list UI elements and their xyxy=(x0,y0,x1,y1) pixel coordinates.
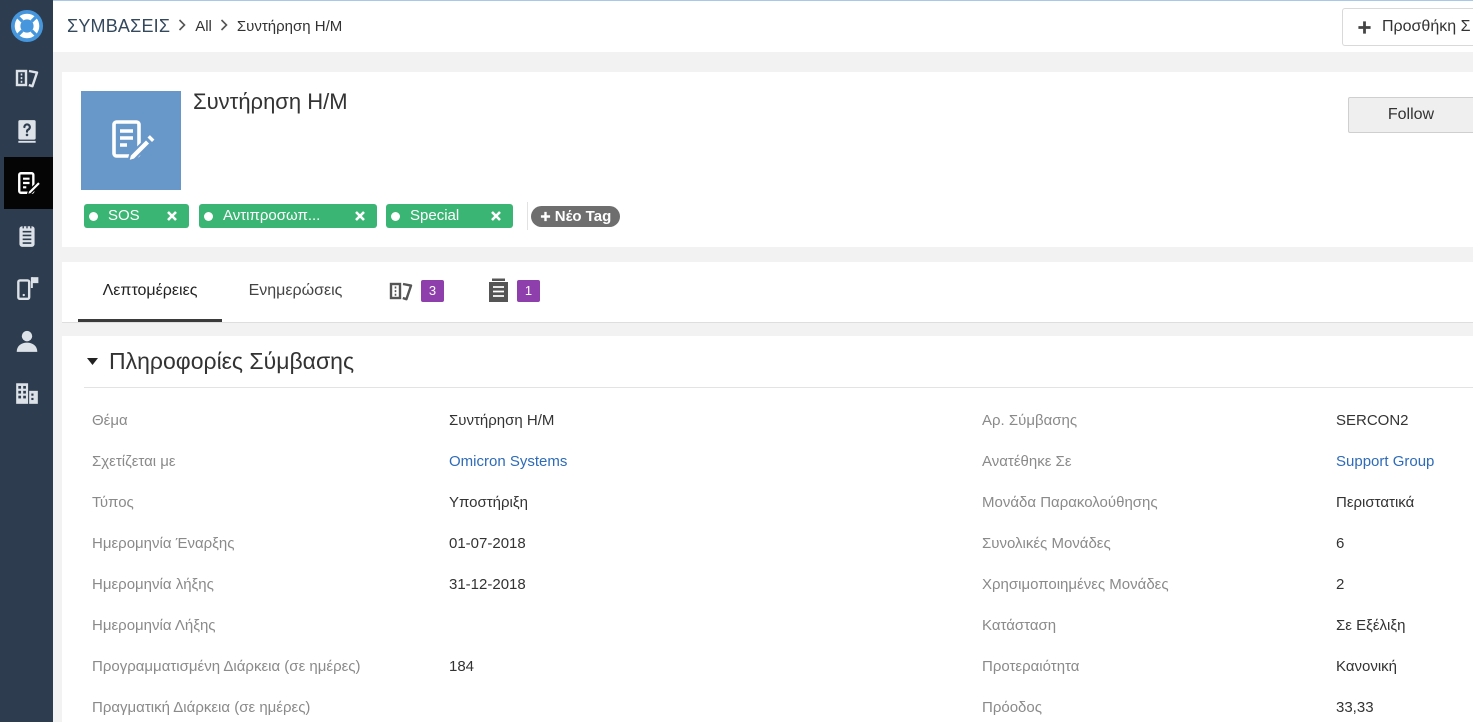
sidebar xyxy=(0,0,53,722)
tag-label: Special xyxy=(410,207,460,224)
field-label-due-date: Ημερομηνία λήξης xyxy=(92,576,214,593)
add-contract-label: Προσθήκη Σ xyxy=(1382,18,1471,35)
top-bar: ΣΥΜΒΑΣΕΙΣ All Συντήρηση Η/Μ Προσθήκη Σ xyxy=(53,0,1473,52)
tags-divider xyxy=(527,202,528,230)
field-value-type: Υποστήριξη xyxy=(449,494,528,511)
breadcrumb-module-link[interactable]: ΣΥΜΒΑΣΕΙΣ xyxy=(67,16,170,37)
section-toggle[interactable]: Πληροφορίες Σύμβασης xyxy=(84,336,1473,388)
chevron-right-icon xyxy=(179,18,186,31)
lifebuoy-icon xyxy=(10,9,43,43)
field-row: Θέμα Συντήρηση Η/Μ Αρ. Σύμβασης SERCON2 xyxy=(62,407,1473,435)
field-label-used-units: Χρησιμοποιημένες Μονάδες xyxy=(982,576,1169,593)
contract-edit-icon xyxy=(17,172,42,196)
record-title: Συντήρηση Η/Μ xyxy=(193,89,348,114)
close-icon[interactable] xyxy=(490,210,502,222)
record-avatar xyxy=(81,91,181,190)
sidebar-item-tickets[interactable] xyxy=(0,52,53,104)
notes-icon xyxy=(18,224,35,247)
knowledge-base-icon xyxy=(17,119,36,143)
document-icon xyxy=(489,278,508,302)
sidebar-item-contracts[interactable] xyxy=(4,157,53,209)
field-value-contract-no: SERCON2 xyxy=(1336,412,1409,429)
assigned-group-link[interactable]: Support Group xyxy=(1336,448,1434,476)
breadcrumb-current-record: Συντήρηση Η/Μ xyxy=(236,18,343,35)
field-value-total-units: 6 xyxy=(1336,535,1345,552)
tickets-count-badge: 3 xyxy=(421,279,444,302)
add-contract-button[interactable]: Προσθήκη Σ xyxy=(1342,8,1473,46)
field-value-start-date: 01-07-2018 xyxy=(449,535,526,552)
field-row: Ημερομηνία Λήξης Κατάσταση Σε Εξέλιξη xyxy=(62,612,1473,640)
new-tag-button[interactable]: Νέο Tag xyxy=(531,206,620,227)
field-row: Ημερομηνία λήξης 31-12-2018 Χρησιμοποιημ… xyxy=(62,571,1473,599)
sidebar-item-contacts[interactable] xyxy=(0,315,53,367)
field-label-actual-duration: Πραγματική Διάρκεια (σε ημέρες) xyxy=(92,699,311,716)
record-tabs: Λεπτομέρειες Ενημερώσεις 3 1 xyxy=(62,262,1473,323)
field-row: Τύπος Υποστήριξη Μονάδα Παρακολούθησης Π… xyxy=(62,489,1473,517)
field-label-assigned-to: Ανατέθηκε Σε xyxy=(982,453,1072,470)
person-icon xyxy=(16,330,37,352)
sidebar-item-notes[interactable] xyxy=(0,210,53,262)
field-label-start-date: Ημερομηνία Έναρξης xyxy=(92,535,235,552)
tab-updates[interactable]: Ενημερώσεις xyxy=(222,262,369,322)
field-label-subject: Θέμα xyxy=(92,412,128,429)
field-label-planned-duration: Προγραμματισμένη Διάρκεια (σε ημέρες) xyxy=(92,658,361,675)
section-title: Πληροφορίες Σύμβασης xyxy=(109,348,355,374)
record-header: Συντήρηση Η/Μ Follow SOS Αντιπροσωπ... S… xyxy=(62,72,1473,247)
dot-icon xyxy=(204,212,213,221)
buildings-icon xyxy=(15,383,38,404)
home-logo[interactable] xyxy=(0,0,53,52)
field-label-contract-no: Αρ. Σύμβασης xyxy=(982,412,1078,429)
field-label-status: Κατάσταση xyxy=(982,617,1057,634)
tab-documents[interactable]: 1 xyxy=(479,262,610,322)
contract-info-section: Πληροφορίες Σύμβασης Θέμα Συντήρηση Η/Μ … xyxy=(62,336,1473,722)
field-value-used-units: 2 xyxy=(1336,576,1345,593)
field-label-progress: Πρόοδος xyxy=(982,699,1042,716)
new-tag-label: Νέο Tag xyxy=(554,208,612,225)
plus-icon xyxy=(540,211,550,222)
tag-label: SOS xyxy=(108,207,140,224)
field-value-priority: Κανονική xyxy=(1336,658,1398,675)
field-label-type: Τύπος xyxy=(92,494,134,511)
field-row: Ημερομηνία Έναρξης 01-07-2018 Συνολικές … xyxy=(62,530,1473,558)
caret-down-icon xyxy=(87,358,98,365)
tag-sos[interactable]: SOS xyxy=(84,204,189,228)
sidebar-item-mobile[interactable] xyxy=(0,262,53,314)
field-row: Σχετίζεται με Omicron Systems Ανατέθηκε … xyxy=(62,448,1473,476)
field-value-tracking-unit: Περιστατικά xyxy=(1336,494,1415,511)
field-label-end-date: Ημερομηνία Λήξης xyxy=(92,617,216,634)
follow-button[interactable]: Follow xyxy=(1348,97,1473,133)
tag-antiprosopeia[interactable]: Αντιπροσωπ... xyxy=(199,204,377,228)
sidebar-item-organizations[interactable] xyxy=(0,367,53,419)
field-value-due-date: 31-12-2018 xyxy=(449,576,526,593)
field-label-total-units: Συνολικές Μονάδες xyxy=(982,535,1111,552)
tickets-icon xyxy=(15,69,38,88)
field-value-status: Σε Εξέλιξη xyxy=(1336,617,1406,634)
dot-icon xyxy=(89,212,98,221)
tickets-icon xyxy=(389,282,413,300)
chevron-right-icon xyxy=(220,18,228,31)
field-row: Πραγματική Διάρκεια (σε ημέρες) Πρόοδος … xyxy=(62,694,1473,722)
tag-label: Αντιπροσωπ... xyxy=(223,207,321,224)
breadcrumb: ΣΥΜΒΑΣΕΙΣ All Συντήρηση Η/Μ xyxy=(67,1,342,52)
related-account-link[interactable]: Omicron Systems xyxy=(449,448,567,476)
dot-icon xyxy=(391,212,400,221)
field-value-progress: 33,33 xyxy=(1336,699,1374,716)
tab-details[interactable]: Λεπτομέρειες xyxy=(78,262,222,322)
field-label-priority: Προτεραιότητα xyxy=(982,658,1080,675)
plus-icon xyxy=(1358,20,1371,34)
field-row: Προγραμματισμένη Διάρκεια (σε ημέρες) 18… xyxy=(62,653,1473,681)
field-value-planned-duration: 184 xyxy=(449,658,475,675)
mobile-flag-icon xyxy=(16,277,38,301)
close-icon[interactable] xyxy=(354,210,366,222)
contract-edit-icon xyxy=(112,119,155,163)
sidebar-item-knowledge-base[interactable] xyxy=(0,105,53,157)
field-label-related-to: Σχετίζεται με xyxy=(92,453,176,470)
breadcrumb-filter-link[interactable]: All xyxy=(195,18,212,35)
field-value-subject: Συντήρηση Η/Μ xyxy=(449,412,555,429)
field-label-tracking-unit: Μονάδα Παρακολούθησης xyxy=(982,494,1158,511)
tag-special[interactable]: Special xyxy=(386,204,513,228)
close-icon[interactable] xyxy=(166,210,178,222)
documents-count-badge: 1 xyxy=(517,279,540,302)
